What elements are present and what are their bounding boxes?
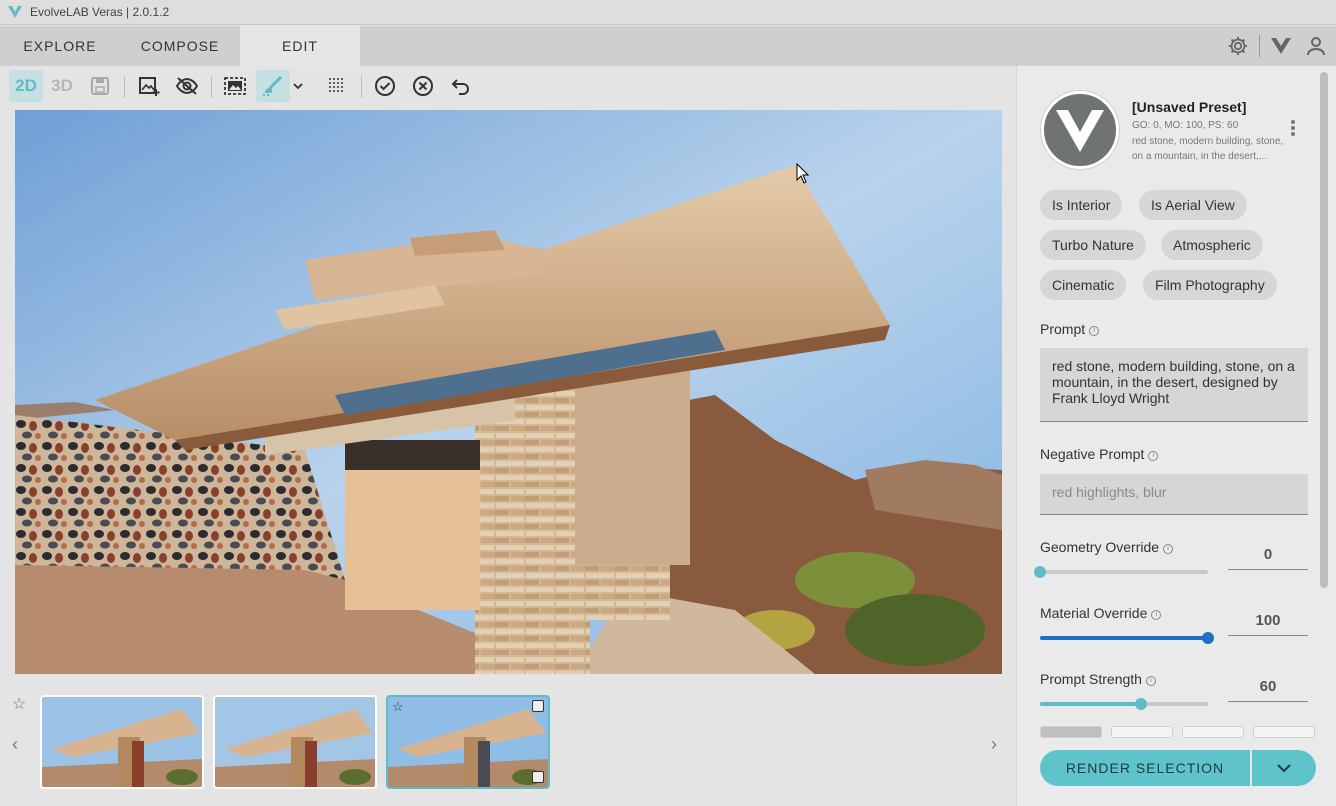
next-chevron-icon[interactable]: › xyxy=(991,734,997,755)
favorites-star-icon[interactable]: ☆ xyxy=(12,694,26,714)
material-override-info-icon[interactable]: i xyxy=(1151,610,1162,620)
settings-gear-icon[interactable] xyxy=(1227,35,1249,57)
cancel-x-icon[interactable] xyxy=(411,70,435,102)
main-nav: EXPLORE COMPOSE EDIT xyxy=(0,26,1336,66)
veras-logo-icon xyxy=(0,5,30,19)
mouse-cursor-icon xyxy=(796,162,810,190)
render-canvas[interactable] xyxy=(15,110,1002,674)
confirm-check-icon[interactable] xyxy=(373,70,397,102)
user-account-icon[interactable] xyxy=(1306,36,1326,56)
render-selection-button[interactable]: RENDER SELECTION xyxy=(1040,750,1250,786)
thumbnail-variation-3[interactable]: ☆ xyxy=(386,695,550,789)
hide-visibility-icon[interactable] xyxy=(174,70,200,102)
brush-dropdown-chevron-icon[interactable] xyxy=(290,70,306,102)
chip-film-photography[interactable]: Film Photography xyxy=(1143,270,1277,300)
prompt-strength-info-icon[interactable]: i xyxy=(1145,676,1156,686)
negative-prompt-input[interactable]: red highlights, blur xyxy=(1040,474,1308,515)
panel-page-3[interactable] xyxy=(1182,726,1244,738)
add-image-icon[interactable] xyxy=(137,70,161,102)
material-override-label: Material Override i xyxy=(1040,605,1162,621)
nav-separator xyxy=(1259,35,1260,57)
edit-toolbar: 2D 3D xyxy=(0,66,1016,108)
prev-chevron-icon[interactable]: ‹ xyxy=(12,734,18,755)
thumbnail-variation-2[interactable] xyxy=(213,695,377,789)
toolbar-separator xyxy=(211,76,212,98)
render-options-chevron-icon[interactable] xyxy=(1252,750,1316,786)
chip-cinematic[interactable]: Cinematic xyxy=(1040,270,1127,300)
prompt-input[interactable]: red stone, modern building, stone, on a … xyxy=(1040,348,1308,422)
thumbnail-delete-icon[interactable] xyxy=(532,771,544,783)
tab-explore[interactable]: EXPLORE xyxy=(0,26,120,66)
variations-strip: ☆ ‹ ☆ › xyxy=(0,690,1016,800)
prompt-strength-slider[interactable] xyxy=(1040,698,1208,710)
nav-right-actions xyxy=(1227,26,1336,66)
prompt-label: Prompt i xyxy=(1040,321,1100,337)
veras-brand-icon[interactable] xyxy=(1270,36,1292,56)
geometry-override-slider[interactable] xyxy=(1034,566,1208,578)
grid-dots-icon[interactable] xyxy=(326,70,348,102)
toolbar-separator xyxy=(124,76,125,98)
geometry-override-value[interactable]: 0 xyxy=(1228,540,1308,570)
panel-page-4[interactable] xyxy=(1253,726,1315,738)
chip-atmospheric[interactable]: Atmospheric xyxy=(1161,230,1263,260)
thumbnail-save-icon[interactable] xyxy=(532,700,544,712)
title-bar: EvolveLAB Veras | 2.0.1.2 xyxy=(0,0,1336,25)
thumbnail-favorite-star-icon[interactable]: ☆ xyxy=(392,699,404,715)
slider-knob[interactable] xyxy=(1034,566,1046,578)
toolbar-separator xyxy=(361,76,362,98)
window-title: EvolveLAB Veras | 2.0.1.2 xyxy=(30,5,170,19)
save-disk-icon[interactable] xyxy=(88,70,112,102)
chip-is-interior[interactable]: Is Interior xyxy=(1040,190,1123,220)
chip-turbo-nature[interactable]: Turbo Nature xyxy=(1040,230,1146,260)
geometry-override-info-icon[interactable]: i xyxy=(1163,544,1174,554)
tab-edit[interactable]: EDIT xyxy=(240,26,360,66)
panel-page-1[interactable] xyxy=(1040,726,1102,738)
preset-more-menu-icon[interactable] xyxy=(1285,118,1301,138)
chip-is-aerial-view[interactable]: Is Aerial View xyxy=(1139,190,1247,220)
material-override-slider[interactable] xyxy=(1040,632,1214,644)
material-override-value[interactable]: 100 xyxy=(1228,606,1308,636)
preset-meta: GO: 0, MO: 100, PS: 60 xyxy=(1132,120,1239,131)
prompt-strength-value[interactable]: 60 xyxy=(1228,672,1308,702)
panel-scrollbar[interactable] xyxy=(1320,72,1328,588)
preset-avatar[interactable] xyxy=(1041,91,1119,169)
panel-page-2[interactable] xyxy=(1111,726,1173,738)
undo-icon[interactable] xyxy=(449,70,473,102)
slider-knob[interactable] xyxy=(1134,698,1147,710)
thumbnail-variation-1[interactable] xyxy=(40,695,204,789)
negative-prompt-info-icon[interactable]: i xyxy=(1148,451,1159,461)
mode-3d-button[interactable]: 3D xyxy=(45,70,79,102)
prompt-strength-label: Prompt Strength i xyxy=(1040,671,1156,687)
image-selection-icon[interactable] xyxy=(223,70,247,102)
brush-tool-icon[interactable] xyxy=(256,70,290,102)
slider-knob[interactable] xyxy=(1202,632,1214,644)
tab-compose[interactable]: COMPOSE xyxy=(120,26,240,66)
negative-prompt-label: Negative Prompt i xyxy=(1040,446,1159,462)
preset-title: [Unsaved Preset] xyxy=(1132,99,1247,115)
mode-2d-button[interactable]: 2D xyxy=(9,70,43,102)
prompt-info-icon[interactable]: i xyxy=(1089,326,1100,336)
geometry-override-label: Geometry Override i xyxy=(1040,539,1174,555)
preset-description: red stone, modern building, stone, on a … xyxy=(1132,136,1284,162)
